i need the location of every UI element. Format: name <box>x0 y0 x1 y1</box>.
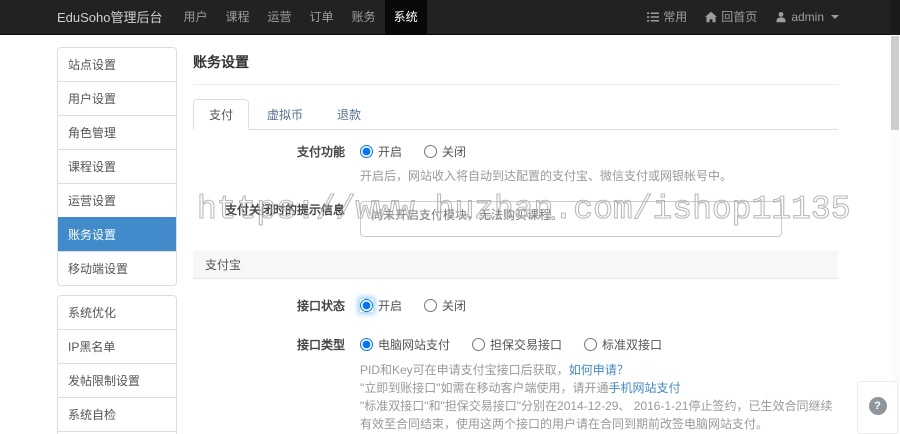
interface-type-escrow-radio[interactable] <box>472 338 485 351</box>
closed-message-row: 支付关闭时的提示信息 尚未开启支付模块，无法购买课程。 <box>193 201 838 237</box>
home-button[interactable]: 回首页 <box>696 0 766 34</box>
scrollbar-track[interactable] <box>891 36 900 434</box>
user-name: admin <box>791 0 824 35</box>
interface-type-web-option[interactable]: 电脑网站支付 <box>360 336 450 353</box>
pay-function-label: 支付功能 <box>193 143 345 185</box>
sidebar-item-mobile-settings[interactable]: 移动端设置 <box>58 251 176 285</box>
page-title: 账务设置 <box>193 45 838 85</box>
nav-item-operations[interactable]: 运营 <box>259 0 301 34</box>
interface-type-dual-radio[interactable] <box>584 338 597 351</box>
tab-virtual-coin[interactable]: 虚拟币 <box>251 99 319 130</box>
interface-type-label: 接口类型 <box>193 336 345 433</box>
how-to-apply-link[interactable]: 如何申请？ <box>569 363 629 377</box>
brand-logo[interactable]: EduSoho管理后台 <box>0 0 175 34</box>
top-navbar: EduSoho管理后台 用户 课程 运营 订单 账务 系统 常用 回首页 adm… <box>0 0 900 35</box>
interface-type-row: 接口类型 电脑网站支付 担保交易接口 标准双接口 <box>193 336 838 433</box>
home-label: 回首页 <box>721 0 757 35</box>
sidebar-item-system-check[interactable]: 系统自检 <box>58 397 176 431</box>
sidebar-panel-system: 系统优化 IP黑名单 发帖限制设置 系统自检 系统日志 <box>57 295 177 434</box>
sidebar-item-finance-settings[interactable]: 账务设置 <box>58 217 176 251</box>
payment-settings-form: 支付功能 开启 关闭 开启后，网站收入将自动到达配置的支付宝、微信支付或网银帐号… <box>193 143 838 434</box>
scrollbar-thumb[interactable] <box>891 36 899 130</box>
tab-refund[interactable]: 退款 <box>321 99 377 130</box>
help-question-button[interactable]: ? <box>869 397 887 415</box>
interface-status-off-radio[interactable] <box>424 299 437 312</box>
sidebar-item-operation-settings[interactable]: 运营设置 <box>58 183 176 217</box>
interface-type-escrow-option[interactable]: 担保交易接口 <box>472 336 562 353</box>
quick-menu-label: 常用 <box>663 0 687 35</box>
nav-item-users[interactable]: 用户 <box>175 0 217 34</box>
nav-item-system[interactable]: 系统 <box>385 0 427 34</box>
sidebar-item-post-limit[interactable]: 发帖限制设置 <box>58 363 176 397</box>
sidebar-item-course-settings[interactable]: 课程设置 <box>58 149 176 183</box>
quick-menu-button[interactable]: 常用 <box>638 0 696 34</box>
pay-function-row: 支付功能 开启 关闭 开启后，网站收入将自动到达配置的支付宝、微信支付或网银帐号… <box>193 143 838 185</box>
user-icon <box>775 11 787 23</box>
closed-message-label: 支付关闭时的提示信息 <box>193 201 345 237</box>
tab-bar: 支付 虚拟币 退款 <box>193 99 838 130</box>
sidebar-item-site-settings[interactable]: 站点设置 <box>58 48 176 81</box>
nav-item-courses[interactable]: 课程 <box>217 0 259 34</box>
pay-function-on-radio[interactable] <box>360 145 373 158</box>
interface-type-dual-option[interactable]: 标准双接口 <box>584 336 662 353</box>
nav-item-finance[interactable]: 账务 <box>343 0 385 34</box>
alipay-section-header: 支付宝 <box>193 251 838 279</box>
interface-status-on-option[interactable]: 开启 <box>360 297 402 314</box>
interface-status-off-option[interactable]: 关闭 <box>424 297 466 314</box>
sidebar-item-user-settings[interactable]: 用户设置 <box>58 81 176 115</box>
chevron-down-icon <box>831 15 839 19</box>
floating-help-widget: ? <box>857 381 898 434</box>
pay-function-help: 开启后，网站收入将自动到达配置的支付宝、微信支付或网银帐号中。 <box>360 168 838 185</box>
sidebar-item-system-optimization[interactable]: 系统优化 <box>58 296 176 329</box>
home-icon <box>705 11 717 23</box>
list-icon <box>647 11 659 23</box>
sidebar: 站点设置 用户设置 角色管理 课程设置 运营设置 账务设置 移动端设置 系统优化… <box>57 47 177 434</box>
nav-item-orders[interactable]: 订单 <box>301 0 343 34</box>
mobile-web-pay-link[interactable]: 手机网站支付 <box>609 381 681 395</box>
sidebar-item-role-management[interactable]: 角色管理 <box>58 115 176 149</box>
main-content: 账务设置 支付 虚拟币 退款 支付功能 开启 关闭 开启后，网站收 <box>193 45 838 434</box>
user-menu[interactable]: admin <box>766 0 848 34</box>
closed-message-textarea[interactable]: 尚未开启支付模块，无法购买课程。 <box>360 201 782 237</box>
tab-payment[interactable]: 支付 <box>193 99 249 130</box>
interface-type-help: PID和Key可在申请支付宝接口后获取，如何申请？ "立即到账接口"如需在移动客… <box>360 361 838 433</box>
sidebar-panel-settings: 站点设置 用户设置 角色管理 课程设置 运营设置 账务设置 移动端设置 <box>57 47 177 286</box>
pay-function-off-radio[interactable] <box>424 145 437 158</box>
interface-status-on-radio[interactable] <box>360 299 373 312</box>
pay-function-on-option[interactable]: 开启 <box>360 143 402 160</box>
navbar-scrollbar-cap <box>890 0 900 35</box>
interface-type-web-radio[interactable] <box>360 338 373 351</box>
sidebar-item-ip-blacklist[interactable]: IP黑名单 <box>58 329 176 363</box>
navbar-right: 常用 回首页 admin <box>638 0 900 34</box>
interface-status-row: 接口状态 开启 关闭 <box>193 297 838 314</box>
interface-status-label: 接口状态 <box>193 297 345 314</box>
pay-function-off-option[interactable]: 关闭 <box>424 143 466 160</box>
